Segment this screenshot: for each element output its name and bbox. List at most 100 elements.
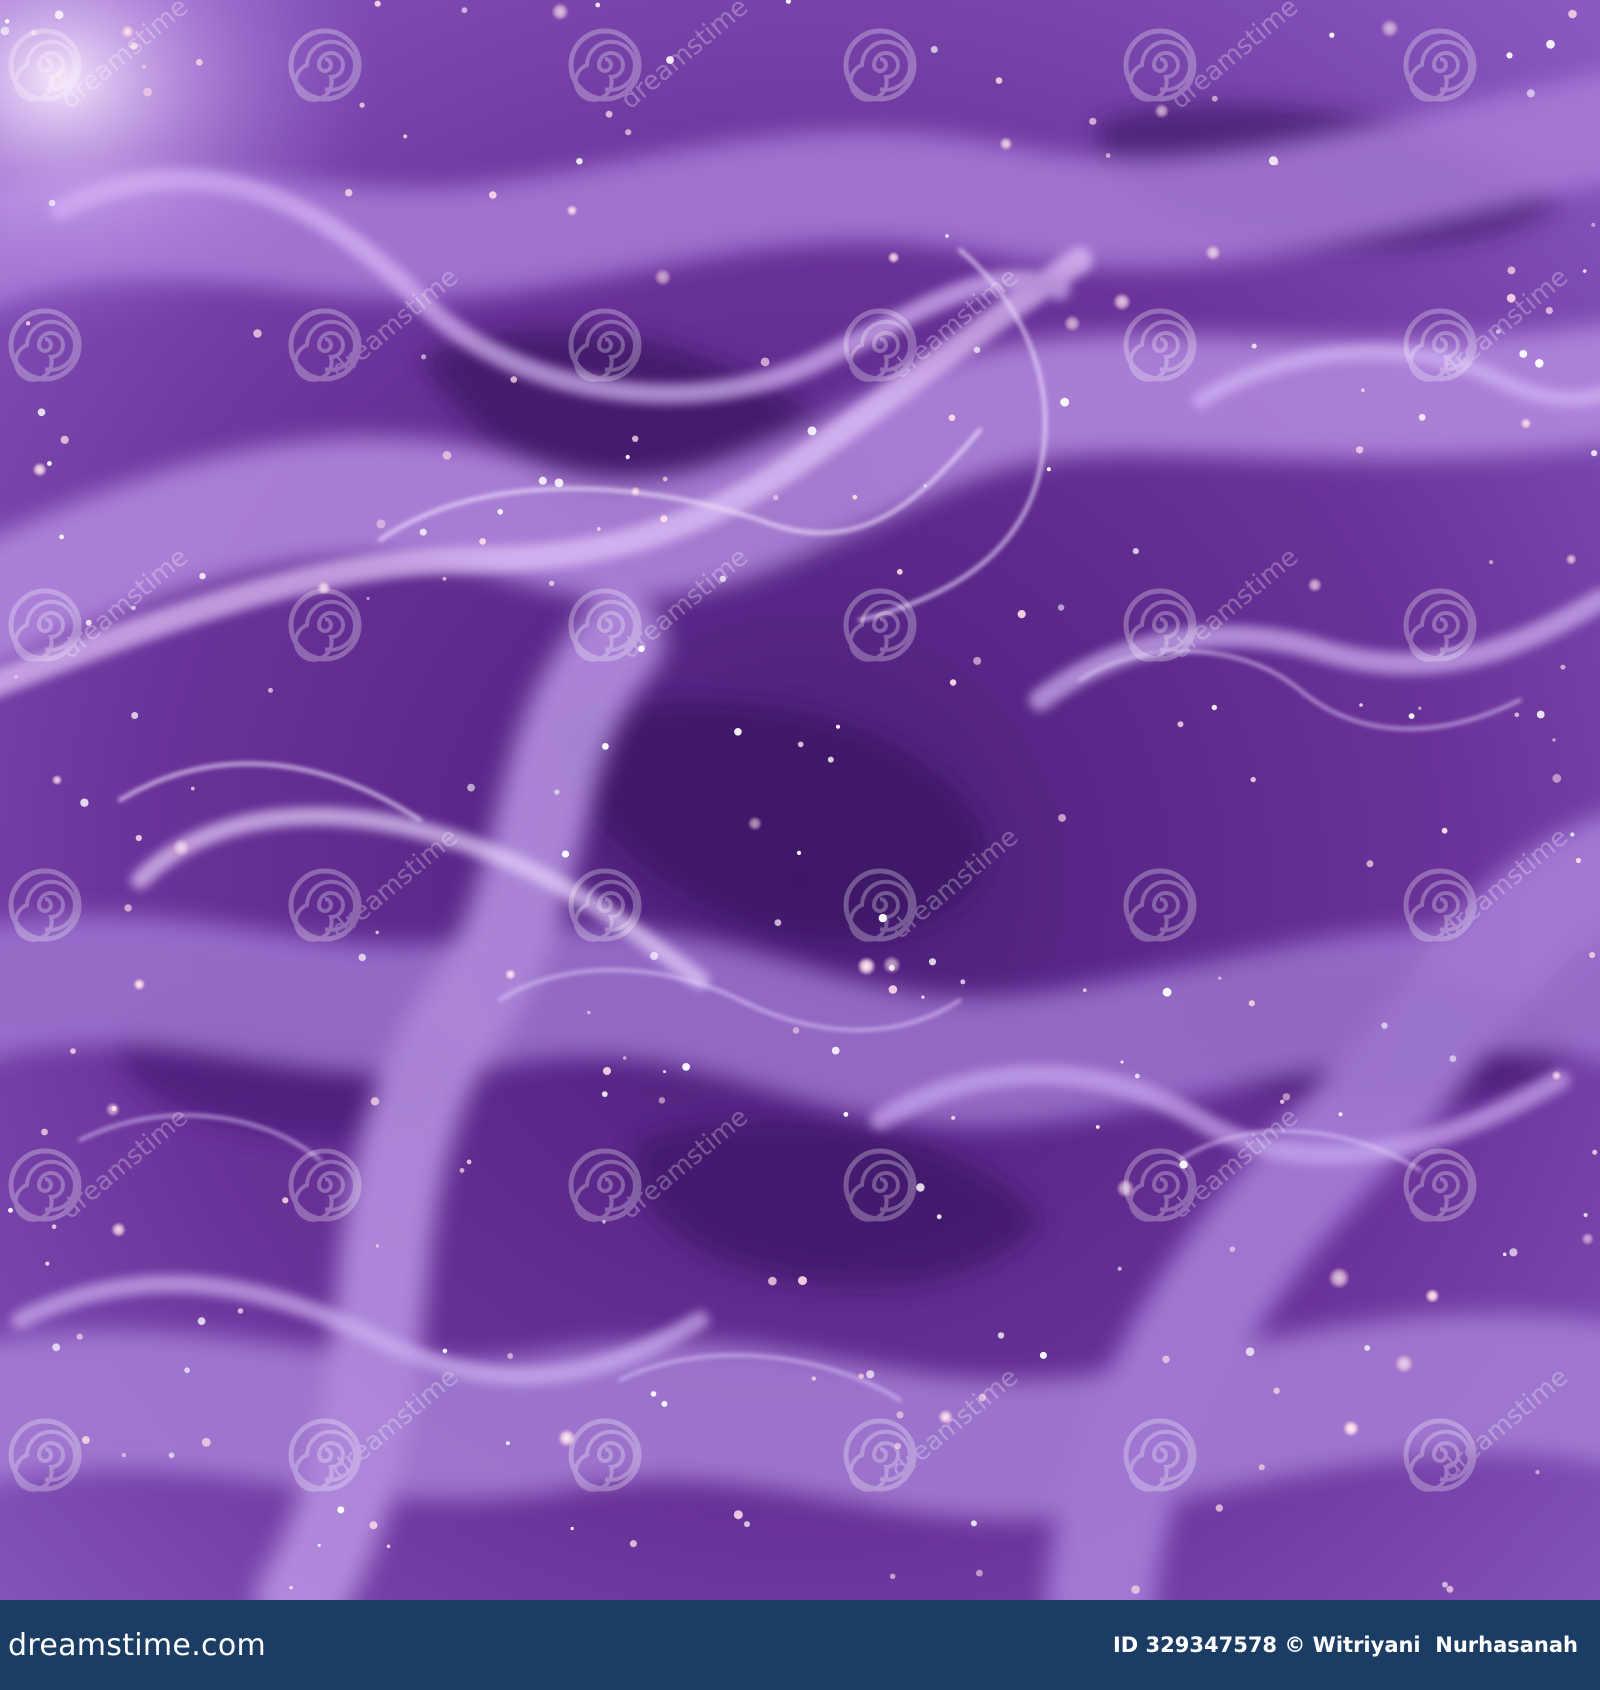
sparkle xyxy=(48,199,56,207)
sparkle xyxy=(1017,610,1026,619)
sparkle xyxy=(1162,987,1172,997)
sparkle xyxy=(1258,1464,1265,1471)
sparkle xyxy=(554,478,564,488)
sparkle xyxy=(253,329,262,338)
sparkle xyxy=(734,728,742,736)
sparkle xyxy=(1112,292,1132,312)
sparkle xyxy=(345,189,353,197)
sparkle xyxy=(882,955,902,975)
sparkle xyxy=(1132,548,1139,555)
sparkle xyxy=(973,656,982,665)
sparkle xyxy=(337,1506,345,1514)
sparkle xyxy=(1441,827,1448,834)
sparkle xyxy=(403,134,408,139)
footer-bar: dreamstime.com ID 329347578 © Witriyani … xyxy=(0,1600,1600,1690)
sparkle xyxy=(375,1244,379,1248)
sparkle xyxy=(632,435,639,442)
sparkle xyxy=(1489,560,1494,565)
sparkle xyxy=(14,674,18,679)
sparkle xyxy=(554,789,560,795)
sparkle xyxy=(1535,1470,1540,1475)
sparkle xyxy=(442,1348,448,1354)
sparkle xyxy=(843,1112,849,1117)
sparkle xyxy=(1211,95,1218,102)
sparkle xyxy=(1359,703,1363,707)
sparkle xyxy=(630,486,641,497)
sparkle xyxy=(597,527,601,531)
sparkle xyxy=(142,64,147,69)
sparkle xyxy=(1560,664,1566,670)
sparkle xyxy=(110,1222,127,1238)
sparkle xyxy=(1282,1093,1291,1101)
sparkle xyxy=(1355,446,1364,454)
sparkle xyxy=(370,1097,380,1106)
sparkle xyxy=(504,968,517,981)
sparkle xyxy=(369,1521,378,1530)
sparkle xyxy=(376,519,386,529)
sparkle xyxy=(201,1437,211,1447)
sparkle xyxy=(358,953,366,962)
sparkle xyxy=(928,958,937,966)
sparkle xyxy=(25,321,31,326)
sparkle xyxy=(1514,712,1520,718)
site-name[interactable]: dreamstime.com xyxy=(8,1628,266,1663)
sparkle xyxy=(359,102,365,108)
sparkle xyxy=(798,1276,807,1286)
sparkle xyxy=(1425,1288,1440,1304)
sparkle xyxy=(1082,988,1087,993)
sparkle xyxy=(0,26,10,36)
sparkle xyxy=(970,1520,977,1527)
sparkle xyxy=(197,1317,206,1325)
sparkle xyxy=(896,568,903,575)
sparkle xyxy=(773,494,779,501)
sparkle xyxy=(1364,1345,1371,1351)
sparkle xyxy=(1575,857,1581,864)
sparkle xyxy=(1589,952,1596,958)
sparkle xyxy=(1117,1266,1122,1271)
sparkle xyxy=(135,834,142,842)
sparkle xyxy=(601,1091,608,1097)
sparkle xyxy=(858,1373,864,1380)
sparkle xyxy=(623,1056,627,1060)
sparkle xyxy=(625,454,630,460)
sparkle xyxy=(662,476,668,482)
sparkle xyxy=(1120,1060,1124,1064)
sparkle xyxy=(1131,1585,1140,1594)
sparkle xyxy=(497,509,504,515)
sparkle xyxy=(566,204,578,217)
sparkle xyxy=(1506,52,1513,59)
sparkle xyxy=(548,580,555,587)
image-credit: ID 329347578 © Witriyani Nurhasanah xyxy=(1112,1633,1578,1657)
sparkle xyxy=(1418,413,1426,421)
sparkle xyxy=(1582,269,1587,273)
sparkle xyxy=(1307,577,1323,593)
sparkle xyxy=(936,1214,942,1220)
sparkle xyxy=(561,850,570,858)
sparkle xyxy=(1507,266,1516,275)
sparkle xyxy=(774,919,782,926)
sparkle xyxy=(1058,814,1066,822)
stock-photo-page: dreamstime dreamstime dreamstime dreamstime… xyxy=(0,0,1600,1690)
sparkle xyxy=(1581,1232,1595,1246)
sparkle xyxy=(1536,710,1545,719)
sparkle xyxy=(916,1183,925,1192)
sparkle xyxy=(1519,350,1528,358)
sparkle xyxy=(661,1400,668,1407)
sparkle xyxy=(1251,343,1257,349)
sparkle xyxy=(1568,9,1577,19)
sparkle xyxy=(41,1128,48,1136)
sparkle xyxy=(997,1332,1005,1339)
sparkle xyxy=(654,268,672,287)
sparkle xyxy=(1449,1055,1457,1062)
sparkle xyxy=(386,1544,391,1549)
sparkle xyxy=(1535,359,1544,368)
sparkle xyxy=(131,712,139,719)
sparkle xyxy=(168,1452,175,1459)
sparkle xyxy=(466,1159,472,1165)
sparkle xyxy=(1273,160,1279,166)
sparkle xyxy=(1162,1355,1170,1364)
sparkle xyxy=(1177,721,1184,728)
sparkle xyxy=(890,1573,896,1580)
sparkle xyxy=(1408,713,1415,719)
sparkle xyxy=(8,1207,13,1213)
